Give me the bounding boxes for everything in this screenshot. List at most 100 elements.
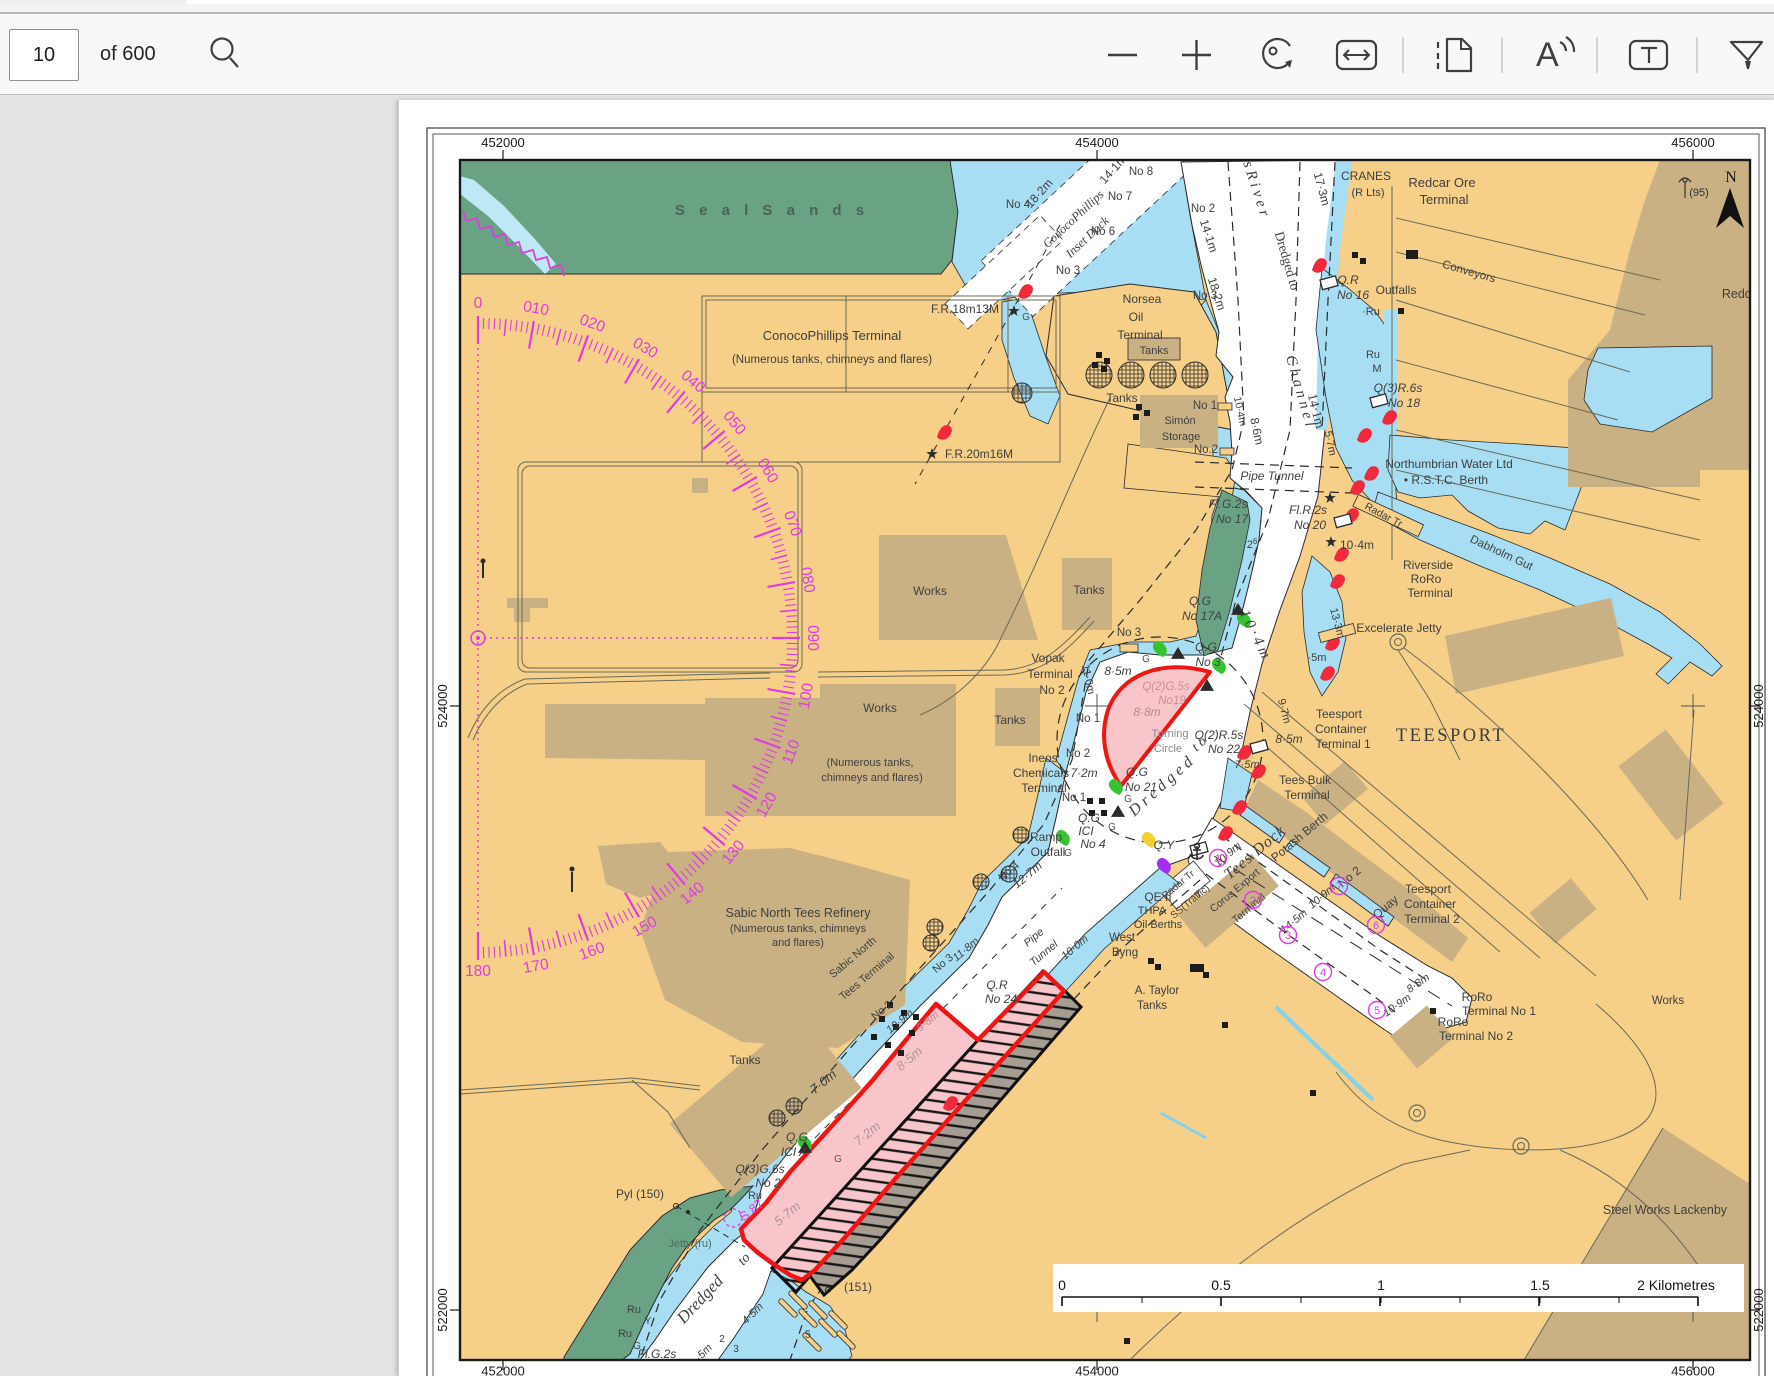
svg-text:Byng: Byng (1112, 947, 1138, 959)
svg-text:522000: 522000 (435, 1288, 450, 1331)
svg-text:090: 090 (804, 625, 821, 651)
svg-text:Outfalls: Outfalls (1376, 283, 1417, 297)
svg-text:RoRo: RoRo (1411, 572, 1442, 586)
svg-text:Ru: Ru (618, 1328, 632, 1340)
svg-text:No 4: No 4 (1080, 837, 1106, 851)
svg-text:Q.G: Q.G (1078, 811, 1100, 825)
svg-text:No 2: No 2 (1066, 748, 1090, 760)
svg-text:(Numerous tanks, chimneys: (Numerous tanks, chimneys (730, 923, 867, 935)
svg-text:No 17A: No 17A (1182, 609, 1222, 623)
svg-text:Chemicals: Chemicals (1013, 766, 1069, 780)
svg-text:Container: Container (1404, 897, 1456, 911)
svg-text:0: 0 (1058, 1277, 1066, 1293)
svg-text:Simón: Simón (1164, 415, 1195, 427)
svg-text:No 3: No 3 (1056, 265, 1080, 277)
svg-text:Q.R: Q.R (1337, 273, 1359, 287)
svg-text:452000: 452000 (481, 135, 524, 150)
svg-text:No 20: No 20 (1294, 518, 1326, 532)
svg-text:ICI: ICI (1078, 824, 1094, 838)
svg-text:Container: Container (1315, 722, 1367, 736)
svg-text:·5: ·5 (801, 1329, 811, 1341)
svg-text:10·4m: 10·4m (1340, 538, 1374, 552)
svg-text:A: A (1536, 36, 1559, 74)
svg-text:524000: 524000 (1751, 684, 1766, 727)
svg-text:454000: 454000 (1075, 1364, 1118, 1376)
svg-text:No 1: No 1 (1076, 713, 1100, 725)
svg-text:456000: 456000 (1671, 1364, 1714, 1376)
svg-text:G: G (1124, 794, 1132, 805)
svg-text:0: 0 (474, 295, 483, 312)
svg-text:(151): (151) (844, 1280, 872, 1294)
svg-text:2: 2 (719, 1334, 725, 1345)
svg-text:Northumbrian Water Ltd: Northumbrian Water Ltd (1385, 457, 1513, 471)
svg-text:QE II: QE II (1144, 890, 1171, 904)
svg-text:Outfall: Outfall (1031, 845, 1066, 859)
svg-text:Terminal No 2: Terminal No 2 (1439, 1029, 1513, 1043)
svg-text:Steel Works Lackenby: Steel Works Lackenby (1603, 1203, 1728, 1217)
svg-text:5: 5 (1374, 1005, 1380, 1017)
svg-text:West: West (1109, 932, 1136, 944)
svg-text:Tanks: Tanks (994, 713, 1025, 727)
svg-text:Fl.R.2s: Fl.R.2s (1289, 503, 1327, 517)
svg-text:Sabic North Tees Refinery: Sabic North Tees Refinery (726, 906, 872, 920)
svg-text:Ru: Ru (748, 1190, 762, 1202)
svg-text:7: 7 (1336, 881, 1342, 893)
svg-text:3: 3 (1285, 930, 1291, 942)
svg-text:Terminal: Terminal (1027, 667, 1072, 681)
svg-text:Works: Works (913, 584, 947, 598)
svg-text:Terminal: Terminal (1284, 788, 1329, 802)
svg-text:Q.G: Q.G (1189, 594, 1211, 608)
svg-text:No19: No19 (1158, 695, 1186, 707)
svg-text:No 22: No 22 (1208, 742, 1240, 756)
svg-text:Riverside: Riverside (1403, 558, 1453, 572)
svg-text:Oil Berths: Oil Berths (1134, 919, 1183, 931)
svg-text:Fl.G.2s: Fl.G.2s (1209, 497, 1248, 511)
svg-text:and flares): and flares) (772, 937, 824, 949)
svg-text:(Numerous tanks,: (Numerous tanks, (827, 757, 914, 769)
svg-text:No 16: No 16 (1337, 288, 1369, 302)
svg-text:452000: 452000 (481, 1364, 524, 1376)
svg-text:Excelerate Jetty: Excelerate Jetty (1356, 621, 1441, 635)
svg-text:CRANES: CRANES (1341, 169, 1391, 183)
svg-text:Q(3)G.6s: Q(3)G.6s (735, 1162, 784, 1176)
svg-text:No 24: No 24 (985, 992, 1017, 1006)
svg-text:No 2: No 2 (1191, 203, 1215, 215)
svg-text:180: 180 (465, 963, 491, 980)
svg-text:M: M (1372, 363, 1381, 375)
svg-text:Works: Works (863, 701, 897, 715)
svg-text:4: 4 (1320, 967, 1326, 979)
svg-text:Terminal No 1: Terminal No 1 (1462, 1004, 1536, 1018)
svg-text:No 18: No 18 (1388, 396, 1420, 410)
svg-text:Terminal 1: Terminal 1 (1315, 737, 1371, 751)
svg-text:chimneys and flares): chimneys and flares) (821, 772, 923, 784)
svg-text:Tanks: Tanks (1140, 345, 1169, 357)
svg-text:RoRo: RoRo (1438, 1015, 1469, 1029)
svg-text:8·5m: 8·5m (1104, 664, 1131, 678)
svg-text:G: G (1142, 654, 1150, 665)
svg-text:7·2m: 7·2m (1070, 766, 1097, 780)
svg-text:Terminal 2: Terminal 2 (1404, 912, 1460, 926)
svg-text:Q.G: Q.G (786, 1130, 808, 1144)
svg-text:Terminal: Terminal (1407, 586, 1452, 600)
svg-text:G: G (1108, 822, 1116, 833)
svg-text:Jetty (ru): Jetty (ru) (668, 1238, 711, 1250)
svg-text:Teesport: Teesport (1316, 707, 1363, 721)
svg-text:1.5: 1.5 (1530, 1277, 1550, 1293)
svg-text:ICI A: ICI A (781, 1145, 807, 1159)
svg-text:Y: Y (645, 1316, 652, 1327)
svg-text:Pipe Tunnel: Pipe Tunnel (1240, 469, 1303, 483)
svg-text:Ineos: Ineos (1028, 751, 1057, 765)
svg-text:G: G (633, 1341, 641, 1352)
svg-text:Ru: Ru (627, 1304, 641, 1316)
svg-text:Terminal: Terminal (1021, 781, 1066, 795)
svg-text:3: 3 (733, 1344, 739, 1355)
svg-text:No 17: No 17 (1216, 512, 1249, 526)
svg-text:A. Taylor: A. Taylor (1135, 985, 1180, 997)
svg-text:TEESPORT: TEESPORT (1396, 726, 1506, 746)
svg-text:THPA: THPA (1138, 905, 1167, 917)
svg-text:F.R.20m16M: F.R.20m16M (945, 447, 1013, 461)
svg-text:7·5m: 7·5m (1234, 759, 1259, 771)
svg-text:No.2: No.2 (1194, 444, 1218, 456)
svg-text:S e a l S a n d s: S e a l S a n d s (675, 202, 869, 219)
svg-text:ConocoPhillips Terminal: ConocoPhillips Terminal (763, 328, 902, 343)
